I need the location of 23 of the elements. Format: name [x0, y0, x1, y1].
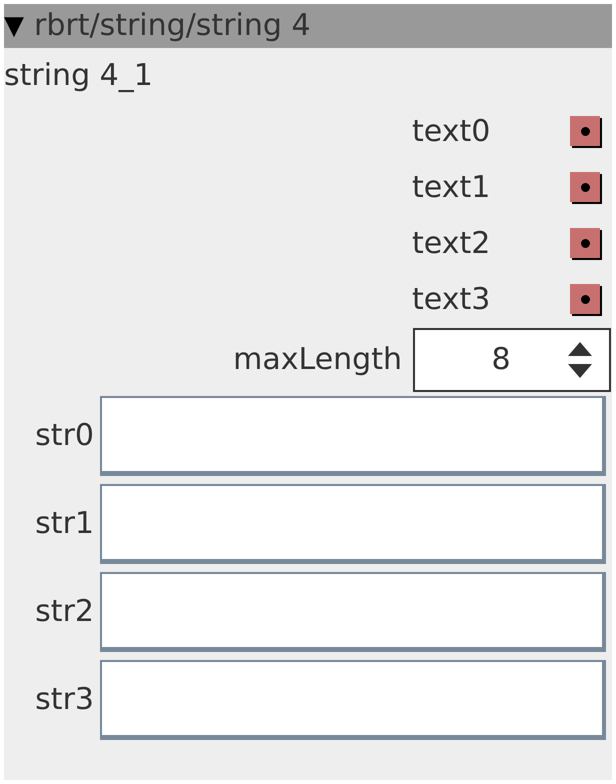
toggle-label: text0: [412, 117, 492, 147]
input-field[interactable]: [100, 660, 606, 740]
node-name: string 4_1: [4, 61, 153, 91]
toggle-button[interactable]: [570, 228, 602, 260]
input-field[interactable]: [100, 572, 606, 652]
toggle-label: text1: [412, 173, 492, 203]
field-label: str2: [34, 597, 94, 627]
toggle-button[interactable]: [570, 116, 602, 148]
header-bar[interactable]: ▼ rbrt/string/string 4: [4, 4, 612, 48]
field-label: str0: [34, 421, 94, 451]
input-field[interactable]: [100, 396, 606, 476]
toggle-button[interactable]: [570, 172, 602, 204]
toggle-button[interactable]: [570, 284, 602, 316]
field-label: str3: [34, 685, 94, 715]
header-title: rbrt/string/string 4: [34, 11, 311, 41]
input-field[interactable]: [100, 484, 606, 564]
toggle-label: text2: [412, 229, 492, 259]
max-length-spinner[interactable]: 8: [413, 328, 611, 392]
toggle-label: text3: [412, 285, 492, 315]
spinner-arrows-icon[interactable]: [567, 340, 593, 380]
collapse-toggle[interactable]: ▼: [4, 13, 24, 39]
max-length-label: maxLength: [232, 345, 402, 375]
field-label: str1: [34, 509, 94, 539]
